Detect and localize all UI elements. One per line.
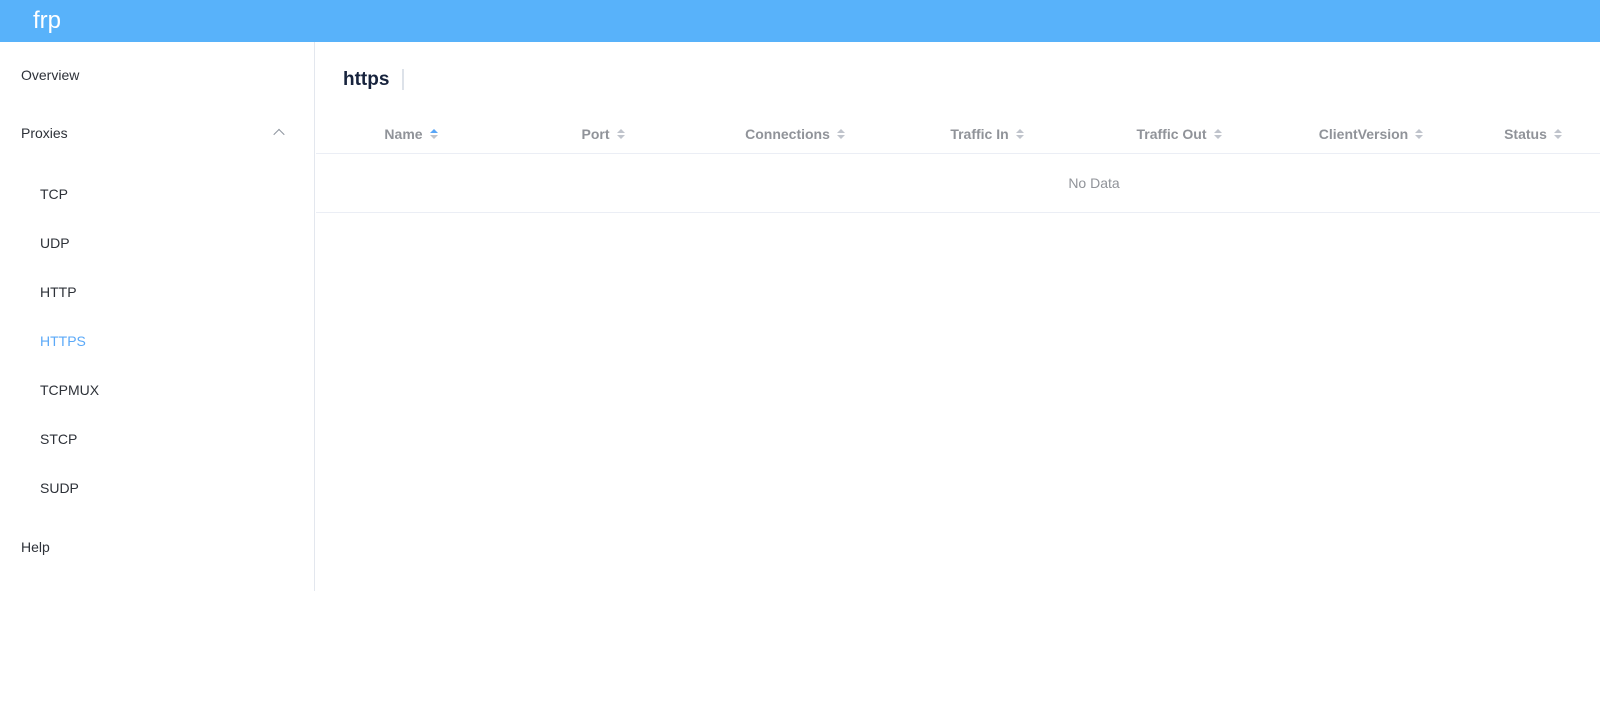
column-label: Connections [745, 125, 830, 142]
sort-carets-icon[interactable] [1014, 126, 1026, 141]
table-empty-row: No Data [316, 154, 1600, 213]
sidebar-item-overview[interactable]: Overview [0, 47, 314, 103]
app-header: frp [0, 0, 1600, 42]
table-header-row: Name Port Connections Traffic In Traffic… [316, 114, 1600, 154]
empty-state-text: No Data [1068, 175, 1120, 191]
column-label: Status [1504, 125, 1547, 142]
sidebar-item-label: TCP [40, 185, 68, 202]
column-label: Traffic Out [1136, 125, 1207, 142]
column-header-traffic-in[interactable]: Traffic In [892, 114, 1084, 153]
sidebar: Overview Proxies TCP UDP HTTP HTTPS TCPM… [0, 42, 315, 591]
sidebar-submenu-proxies[interactable]: Proxies [0, 103, 314, 163]
sort-carets-icon[interactable] [1413, 126, 1425, 141]
sidebar-item-udp[interactable]: UDP [0, 218, 314, 267]
sidebar-item-label: TCPMUX [40, 381, 100, 398]
column-header-traffic-out[interactable]: Traffic Out [1084, 114, 1276, 153]
proxies-submenu: TCP UDP HTTP HTTPS TCPMUX STCP SUDP [0, 163, 314, 519]
column-label: Port [581, 125, 610, 142]
column-label: Name [384, 125, 423, 142]
sidebar-item-sudp[interactable]: SUDP [0, 463, 314, 512]
column-header-status[interactable]: Status [1468, 114, 1600, 153]
title-divider [402, 68, 405, 90]
sidebar-item-label: HTTP [40, 283, 77, 300]
column-header-port[interactable]: Port [508, 114, 700, 153]
sidebar-item-label: Overview [21, 67, 80, 83]
sidebar-item-label: Proxies [21, 125, 68, 141]
column-label: ClientVersion [1318, 125, 1409, 142]
column-label: Traffic In [950, 125, 1009, 142]
sort-carets-icon[interactable] [428, 126, 440, 141]
sort-carets-icon[interactable] [1552, 126, 1564, 141]
brand-logo[interactable]: frp [33, 9, 61, 33]
sidebar-item-label: HTTPS [40, 332, 86, 349]
sidebar-item-label: SUDP [40, 479, 79, 496]
sidebar-item-label: UDP [40, 234, 70, 251]
sort-carets-icon[interactable] [835, 126, 847, 141]
sort-carets-icon[interactable] [1212, 126, 1224, 141]
page-title-row: https [343, 66, 1600, 92]
column-header-name[interactable]: Name [316, 114, 508, 153]
sidebar-item-label: STCP [40, 430, 78, 447]
sidebar-item-tcpmux[interactable]: TCPMUX [0, 365, 314, 414]
sidebar-item-https[interactable]: HTTPS [0, 316, 314, 365]
sidebar-item-help[interactable]: Help [0, 519, 314, 575]
sort-carets-icon[interactable] [615, 126, 627, 141]
sidebar-item-http[interactable]: HTTP [0, 267, 314, 316]
chevron-up-icon [273, 128, 285, 141]
proxy-table: Name Port Connections Traffic In Traffic… [316, 114, 1600, 213]
main-content: https Name Port Connections Traffic In T… [316, 42, 1600, 701]
sidebar-item-tcp[interactable]: TCP [0, 169, 314, 218]
page-title: https [343, 68, 390, 90]
column-header-connections[interactable]: Connections [700, 114, 892, 153]
sidebar-item-label: Help [21, 539, 50, 555]
sidebar-item-stcp[interactable]: STCP [0, 414, 314, 463]
column-header-clientversion[interactable]: ClientVersion [1276, 114, 1468, 153]
